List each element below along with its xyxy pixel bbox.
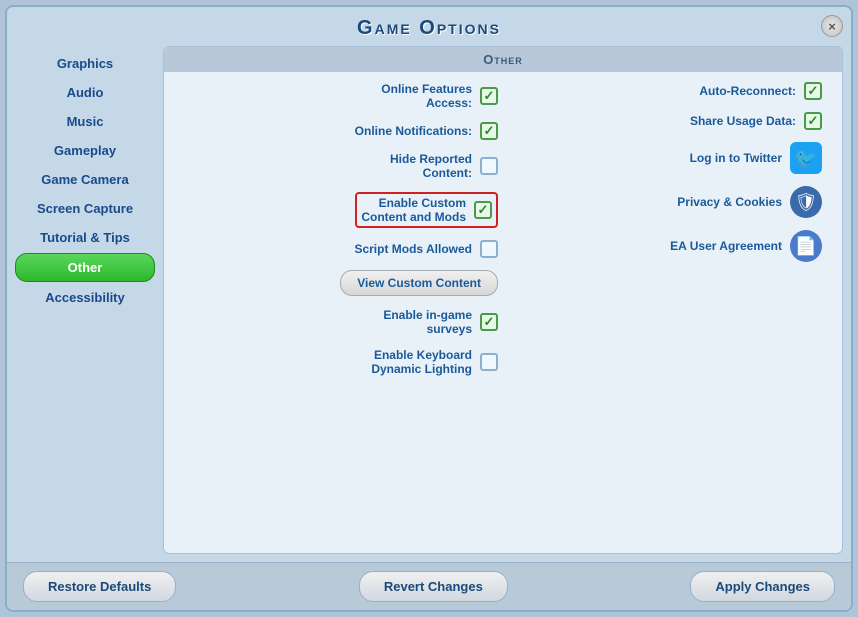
window-title: Game Options: [7, 17, 851, 40]
sidebar-item-screen-capture[interactable]: Screen Capture: [15, 195, 155, 222]
sidebar-item-gameplay[interactable]: Gameplay: [15, 137, 155, 164]
title-bar: Game Options ×: [7, 7, 851, 46]
enable-custom-checkbox[interactable]: [474, 201, 492, 219]
online-notifications-checkbox[interactable]: [480, 122, 498, 140]
footer: Restore Defaults Revert Changes Apply Ch…: [7, 562, 851, 610]
online-notifications-row: Online Notifications:: [184, 122, 498, 140]
right-column: Auto-Reconnect: Share Usage Data: Log in…: [508, 82, 822, 543]
keyboard-lighting-label: Enable KeyboardDynamic Lighting: [371, 348, 472, 376]
auto-reconnect-row: Auto-Reconnect:: [508, 82, 822, 100]
privacy-label: Privacy & Cookies: [677, 195, 782, 209]
online-features-checkbox[interactable]: [480, 87, 498, 105]
enable-custom-highlight: Enable CustomContent and Mods: [355, 192, 498, 228]
restore-defaults-button[interactable]: Restore Defaults: [23, 571, 176, 602]
share-usage-row: Share Usage Data:: [508, 112, 822, 130]
online-notifications-label: Online Notifications:: [355, 124, 472, 138]
auto-reconnect-label: Auto-Reconnect:: [699, 84, 796, 98]
sidebar-item-graphics[interactable]: Graphics: [15, 50, 155, 77]
twitter-button[interactable]: 🐦: [790, 142, 822, 174]
main-panel: Other Online FeaturesAccess: Online Noti…: [163, 46, 843, 554]
ea-user-agreement-button[interactable]: 📄: [790, 230, 822, 262]
keyboard-lighting-checkbox[interactable]: [480, 353, 498, 371]
sidebar-item-game-camera[interactable]: Game Camera: [15, 166, 155, 193]
share-usage-checkbox[interactable]: [804, 112, 822, 130]
ea-agreement-row: EA User Agreement 📄: [508, 230, 822, 262]
share-usage-label: Share Usage Data:: [690, 114, 796, 128]
twitter-label: Log in to Twitter: [690, 151, 782, 165]
online-features-label: Online FeaturesAccess:: [381, 82, 472, 110]
script-mods-label: Script Mods Allowed: [354, 242, 472, 256]
enable-custom-row: Enable CustomContent and Mods: [184, 192, 498, 228]
enable-surveys-row: Enable in-gamesurveys: [184, 308, 498, 336]
auto-reconnect-checkbox[interactable]: [804, 82, 822, 100]
twitter-row: Log in to Twitter 🐦: [508, 142, 822, 174]
close-button[interactable]: ×: [821, 15, 843, 37]
sidebar-item-music[interactable]: Music: [15, 108, 155, 135]
left-column: Online FeaturesAccess: Online Notificati…: [184, 82, 498, 543]
privacy-cookies-button[interactable]: 🛡: [790, 186, 822, 218]
sidebar-item-tutorial-tips[interactable]: Tutorial & Tips: [15, 224, 155, 251]
hide-reported-row: Hide ReportedContent:: [184, 152, 498, 180]
enable-surveys-label: Enable in-gamesurveys: [383, 308, 472, 336]
sidebar-item-audio[interactable]: Audio: [15, 79, 155, 106]
online-features-row: Online FeaturesAccess:: [184, 82, 498, 110]
privacy-row: Privacy & Cookies 🛡: [508, 186, 822, 218]
sidebar: Graphics Audio Music Gameplay Game Camer…: [15, 46, 155, 554]
apply-changes-button[interactable]: Apply Changes: [690, 571, 835, 602]
enable-surveys-checkbox[interactable]: [480, 313, 498, 331]
game-options-window: Game Options × Graphics Audio Music Game…: [5, 5, 853, 612]
section-header: Other: [164, 47, 842, 72]
content-area: Graphics Audio Music Gameplay Game Camer…: [7, 46, 851, 562]
settings-body: Online FeaturesAccess: Online Notificati…: [164, 72, 842, 553]
revert-changes-button[interactable]: Revert Changes: [359, 571, 508, 602]
ea-agreement-label: EA User Agreement: [670, 239, 782, 253]
hide-reported-label: Hide ReportedContent:: [390, 152, 472, 180]
enable-custom-label: Enable CustomContent and Mods: [361, 196, 466, 224]
view-custom-content-button[interactable]: View Custom Content: [340, 270, 498, 296]
hide-reported-checkbox[interactable]: [480, 157, 498, 175]
sidebar-item-other[interactable]: Other: [15, 253, 155, 282]
script-mods-row: Script Mods Allowed: [184, 240, 498, 258]
script-mods-checkbox[interactable]: [480, 240, 498, 258]
keyboard-lighting-row: Enable KeyboardDynamic Lighting: [184, 348, 498, 376]
view-custom-row: View Custom Content: [184, 270, 498, 296]
sidebar-item-accessibility[interactable]: Accessibility: [15, 284, 155, 311]
